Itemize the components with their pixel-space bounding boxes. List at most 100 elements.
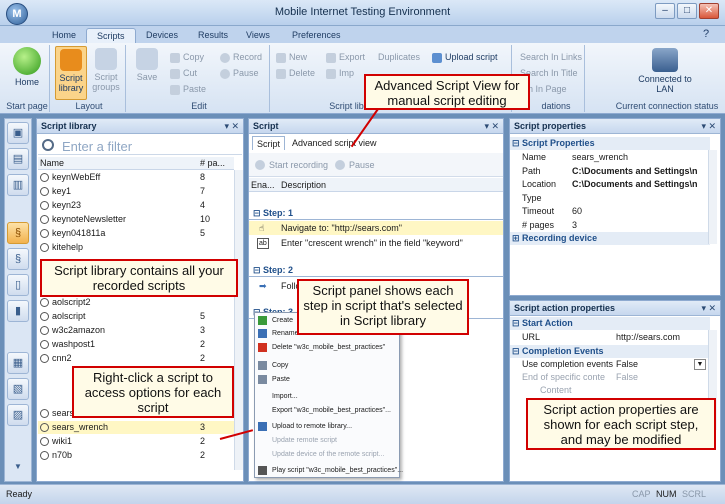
property-row[interactable]: Path C:\Documents and Settings\n <box>510 165 710 178</box>
library-row[interactable]: keyn041811a 5 <box>38 227 234 240</box>
copy-button[interactable]: Copy <box>170 50 204 64</box>
library-scrollbar[interactable] <box>234 170 243 470</box>
new-button[interactable]: New <box>276 50 307 64</box>
tab-scripts[interactable]: Scripts <box>86 28 136 43</box>
nav-report-icon[interactable]: ▧ <box>7 378 29 400</box>
content-row[interactable]: Content <box>510 384 710 397</box>
script-groups-button[interactable]: Script groups <box>90 48 122 92</box>
nav-script-library-icon[interactable]: § <box>7 222 29 244</box>
nav-tablet-icon[interactable]: ▮ <box>7 300 29 322</box>
duplicates-button[interactable]: Duplicates <box>378 50 420 64</box>
end-specific-content-value[interactable]: False <box>616 371 638 384</box>
property-value[interactable]: 60 <box>572 205 582 218</box>
action-props-pin-icon[interactable]: ▾ ✕ <box>701 301 716 316</box>
tab-home[interactable]: Home <box>42 28 86 43</box>
nav-script-groups-icon[interactable]: § <box>7 248 29 270</box>
end-specific-content-row[interactable]: End of specific conte False <box>510 371 710 384</box>
library-row[interactable]: kitehelp <box>38 241 234 254</box>
nav-grid-icon[interactable]: ▦ <box>7 352 29 374</box>
home-button[interactable]: Home <box>8 47 46 87</box>
pause-button[interactable]: Pause <box>220 66 259 80</box>
tab-results[interactable]: Results <box>188 28 238 43</box>
library-row[interactable]: aolscript2 <box>38 296 234 309</box>
start-recording-button[interactable]: Start recording <box>269 160 328 170</box>
dropdown-chevron-down-icon[interactable]: ▼ <box>694 359 706 370</box>
cut-button[interactable]: Cut <box>170 66 197 80</box>
property-row[interactable]: Name sears_wrench <box>510 151 710 164</box>
library-row[interactable]: keyn23 4 <box>38 199 234 212</box>
library-row[interactable]: keynWebEff 8 <box>38 171 234 184</box>
save-button[interactable]: Save <box>132 48 162 82</box>
step-1-action-enter[interactable]: ab Enter "crescent wrench" in the field "… <box>249 236 503 250</box>
property-row[interactable]: Location C:\Documents and Settings\n <box>510 178 710 191</box>
context-menu-item[interactable]: Update device of the remote script... <box>258 448 398 461</box>
export-button[interactable]: Export <box>326 50 365 64</box>
context-menu-item[interactable]: Copy <box>258 359 398 372</box>
minimize-button[interactable]: – <box>655 3 675 19</box>
completion-events-section[interactable]: ⊟ Completion Events <box>510 345 710 358</box>
search-in-page-button[interactable]: h In Page <box>528 82 567 96</box>
context-menu-item[interactable]: Delete "w3c_mobile_best_practices" <box>258 341 398 354</box>
library-row[interactable]: w3c2amazon 3 <box>38 324 234 337</box>
property-row[interactable]: # pages 3 <box>510 219 710 232</box>
property-value[interactable]: 3 <box>572 219 577 232</box>
help-icon[interactable]: ? <box>703 28 709 40</box>
nav-results-icon[interactable]: ▤ <box>7 148 29 170</box>
pin-icon[interactable]: ▾ ✕ <box>224 119 239 134</box>
library-row[interactable]: aolscript 5 <box>38 310 234 323</box>
filter-input[interactable]: Enter a filter <box>62 139 132 154</box>
library-row[interactable]: washpost1 2 <box>38 338 234 351</box>
close-button[interactable]: ✕ <box>699 3 719 19</box>
pause-recording-button[interactable]: Pause <box>349 160 375 170</box>
paste-button[interactable]: Paste <box>170 82 206 96</box>
column-name-header[interactable]: Name <box>40 158 64 168</box>
context-menu-item[interactable]: Import... <box>258 390 398 403</box>
library-row[interactable]: wiki1 2 <box>38 435 234 448</box>
properties-scrollbar[interactable] <box>708 150 717 244</box>
context-menu-item[interactable]: Upload to remote library... <box>258 420 398 433</box>
props-pin-icon[interactable]: ▾ ✕ <box>701 119 716 134</box>
record-button[interactable]: Record <box>220 50 262 64</box>
tab-views[interactable]: Views <box>236 28 280 43</box>
start-action-section[interactable]: ⊟ Start Action <box>510 317 710 330</box>
column-description-header[interactable]: Description <box>281 178 326 192</box>
nav-phone-icon[interactable]: ▯ <box>7 274 29 296</box>
use-completion-events-value[interactable]: False <box>616 358 638 371</box>
tab-devices[interactable]: Devices <box>136 28 188 43</box>
nav-chart-icon[interactable]: ▨ <box>7 404 29 426</box>
context-menu-item[interactable]: Play script "w3c_mobile_best_practices".… <box>258 464 403 477</box>
search-in-links-button[interactable]: Search In Links <box>520 50 582 64</box>
property-value[interactable]: C:\Documents and Settings\n <box>572 178 698 191</box>
tab-advanced-script-view[interactable]: Advanced script view <box>288 136 381 150</box>
library-row[interactable]: cnn2 2 <box>38 352 234 365</box>
property-row[interactable]: Type <box>510 192 710 205</box>
context-menu-item[interactable]: Paste <box>258 373 398 386</box>
property-row[interactable]: Timeout 60 <box>510 205 710 218</box>
step-1-header[interactable]: ⊟ Step: 1 <box>249 206 503 220</box>
tab-preferences[interactable]: Preferences <box>282 28 351 43</box>
script-properties-section[interactable]: ⊟ Script Properties <box>510 137 710 150</box>
maximize-button[interactable]: □ <box>677 3 697 19</box>
url-value[interactable]: http://sears.com <box>616 331 680 344</box>
script-library-button[interactable]: Script library <box>55 46 87 100</box>
recording-device-section[interactable]: ⊞ Recording device <box>510 232 710 245</box>
connection-status-button[interactable]: Connected to LAN <box>630 48 700 94</box>
property-value[interactable]: C:\Documents and Settings\n <box>572 165 698 178</box>
step-1-action-navigate[interactable]: ☝ Navigate to: "http://sears.com" <box>249 221 503 235</box>
import-button[interactable]: Imp <box>326 66 354 80</box>
library-row[interactable]: key1 7 <box>38 185 234 198</box>
upload-script-button[interactable]: Upload script <box>432 50 498 64</box>
property-value[interactable]: sears_wrench <box>572 151 628 164</box>
library-row[interactable]: keynoteNewsletter 10 <box>38 213 234 226</box>
url-property-row[interactable]: URL http://sears.com <box>510 331 710 344</box>
library-row[interactable]: n70b 2 <box>38 449 234 462</box>
library-row[interactable]: sears_wrench 3 <box>38 421 234 435</box>
step-2-header[interactable]: ⊟ Step: 2 <box>249 263 503 277</box>
use-completion-events-row[interactable]: Use completion events False ▼ <box>510 358 710 371</box>
nav-views-icon[interactable]: ▥ <box>7 174 29 196</box>
nav-devices-icon[interactable]: ▣ <box>7 122 29 144</box>
column-pages-header[interactable]: # pa... <box>200 158 225 168</box>
delete-button[interactable]: Delete <box>276 66 315 80</box>
context-menu-item[interactable]: Export "w3c_mobile_best_practices"... <box>258 404 398 417</box>
nav-expand-icon[interactable]: ▼ <box>14 462 22 471</box>
